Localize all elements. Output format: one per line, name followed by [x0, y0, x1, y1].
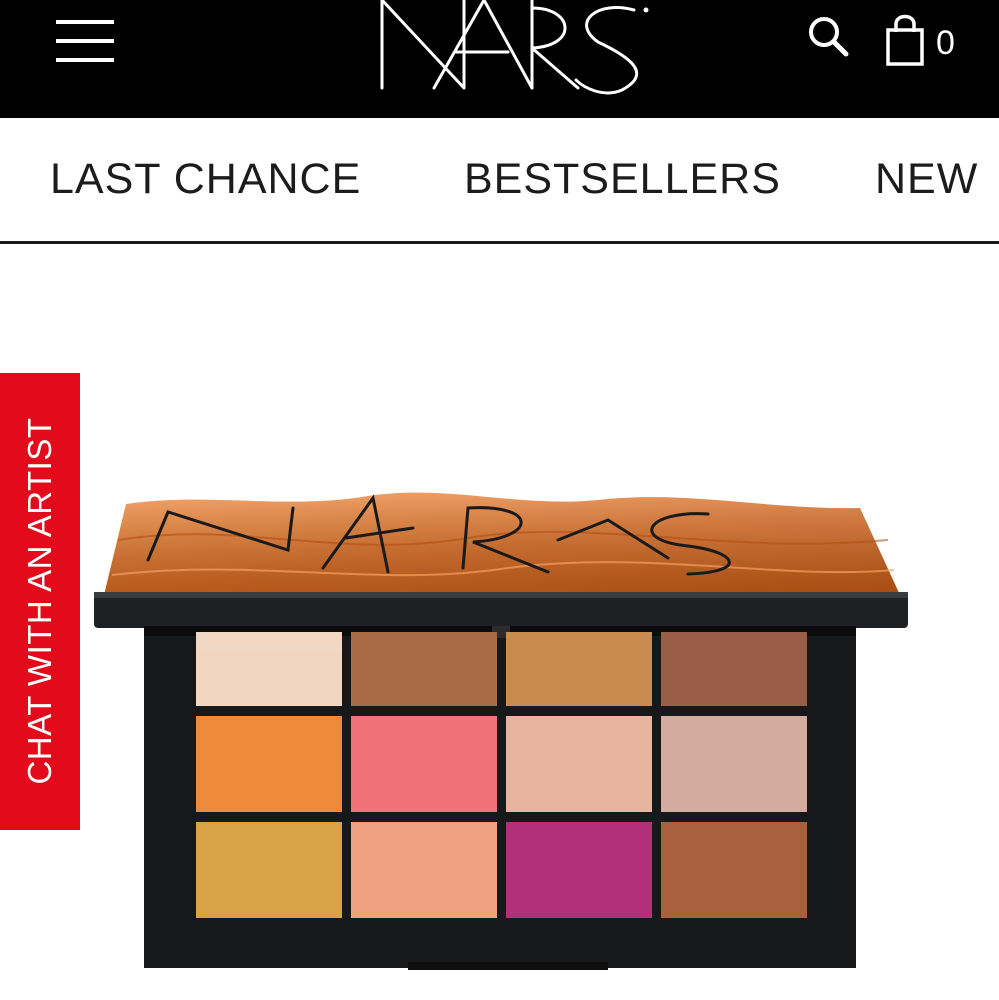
swatch-10: [351, 822, 497, 918]
nav-item-bestsellers[interactable]: BESTSELLERS: [464, 154, 781, 206]
cart-count-badge: 0: [936, 24, 955, 62]
nav-item-new[interactable]: NEW: [875, 154, 978, 206]
category-nav: LAST CHANCE BESTSELLERS NEW: [0, 118, 999, 244]
product-image[interactable]: [88, 480, 918, 980]
swatch-7: [506, 716, 652, 812]
nars-logo[interactable]: [372, 0, 662, 100]
swatch-6: [351, 716, 497, 812]
search-icon[interactable]: [804, 12, 852, 60]
swatch-5: [196, 716, 342, 812]
chat-with-artist-tab[interactable]: CHAT WITH AN ARTIST: [0, 373, 80, 830]
cart-button[interactable]: 0: [884, 12, 964, 68]
header-bar: 0: [0, 0, 999, 118]
swatch-12: [661, 822, 807, 918]
hamburger-menu-icon[interactable]: [52, 16, 118, 66]
swatch-4: [661, 632, 807, 706]
chat-tab-label: CHAT WITH AN ARTIST: [21, 417, 58, 785]
shopping-bag-icon: [886, 14, 924, 66]
nav-item-last-chance[interactable]: LAST CHANCE: [50, 154, 361, 206]
swatch-2: [351, 632, 497, 706]
swatch-11: [506, 822, 652, 918]
